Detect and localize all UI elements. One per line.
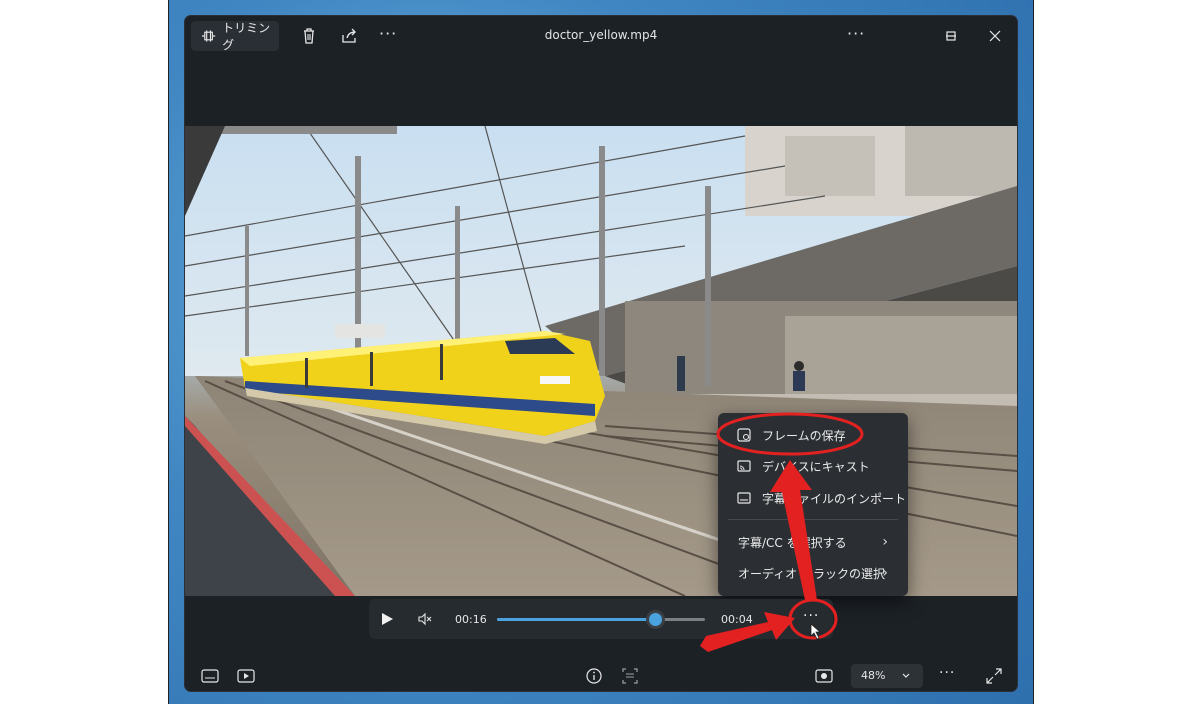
menu-item-import-subtitles[interactable]: 字幕ファイルのインポート — [718, 483, 908, 513]
menu-item-label: 字幕ファイルのインポート — [762, 491, 907, 506]
fullscreen-icon[interactable] — [985, 667, 1003, 685]
chevron-right-icon: › — [882, 534, 888, 550]
menu-item-label: デバイスにキャスト — [762, 459, 870, 474]
mini-player-icon[interactable] — [237, 668, 255, 684]
chevron-down-icon — [902, 673, 910, 678]
more-options-icon[interactable]: ··· — [803, 608, 819, 624]
remaining-time: 00:04 — [721, 613, 753, 626]
close-icon[interactable] — [985, 26, 1005, 46]
captions-icon[interactable] — [201, 668, 219, 684]
menu-item-label: 字幕/CC を選択する — [738, 535, 847, 550]
bottom-bar: 48% ··· — [185, 661, 1017, 691]
repeat-icon[interactable] — [765, 611, 781, 627]
menu-item-select-audio-track[interactable]: オーディオ トラックの選択 › — [718, 558, 908, 588]
aspect-ratio-icon[interactable] — [815, 667, 833, 685]
menu-item-label: オーディオ トラックの選択 — [738, 566, 885, 581]
chevron-right-icon: › — [882, 565, 888, 581]
context-menu: フレームの保存 デバイスにキャスト 字幕ファイルのインポート 字幕/CC を選択… — [718, 413, 908, 596]
info-icon[interactable] — [585, 667, 603, 685]
playback-controls: 00:16 00:04 ··· — [369, 599, 833, 639]
play-icon[interactable] — [379, 611, 395, 627]
menu-item-label: フレームの保存 — [762, 428, 846, 443]
window-title: doctor_yellow.mp4 — [544, 28, 658, 42]
current-time: 00:16 — [455, 613, 487, 626]
menu-item-save-frame[interactable]: フレームの保存 — [718, 420, 908, 450]
media-player-window: トリミング ··· doctor_yellow.mp4 ··· フレームの保存 … — [185, 16, 1017, 691]
subtitles-icon — [737, 492, 751, 504]
maximize-icon[interactable] — [941, 26, 961, 46]
zoom-dropdown[interactable]: 48% — [851, 664, 923, 688]
menu-divider — [728, 519, 898, 520]
seek-bar[interactable] — [497, 613, 705, 626]
seek-thumb[interactable] — [649, 613, 663, 626]
scan-text-icon[interactable] — [621, 667, 639, 685]
zoom-value: 48% — [861, 669, 886, 682]
save-frame-icon — [737, 428, 751, 442]
title-more-icon[interactable]: ··· — [847, 24, 867, 44]
mute-icon[interactable] — [417, 611, 433, 627]
menu-item-select-subtitles[interactable]: 字幕/CC を選択する › — [718, 527, 908, 557]
cast-icon — [737, 460, 751, 472]
seek-bar-fill — [497, 618, 656, 621]
more-options-icon[interactable]: ··· — [939, 665, 955, 681]
desktop-background: トリミング ··· doctor_yellow.mp4 ··· フレームの保存 … — [168, 0, 1034, 704]
title-bar: トリミング ··· doctor_yellow.mp4 ··· — [185, 16, 1017, 56]
menu-item-cast[interactable]: デバイスにキャスト — [718, 451, 908, 481]
